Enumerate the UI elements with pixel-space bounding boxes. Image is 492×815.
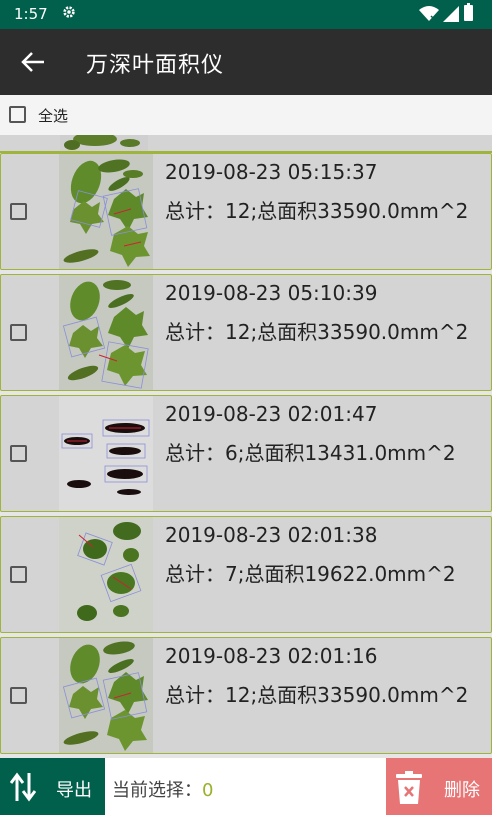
status-bar: 1:57 bbox=[0, 0, 492, 29]
page-title: 万深叶面积仪 bbox=[86, 53, 225, 78]
select-all-label: 全选 bbox=[38, 107, 69, 125]
item-checkbox[interactable] bbox=[10, 445, 27, 462]
record-summary: 总计：12;总面积33590.0mm^2 bbox=[165, 320, 469, 344]
record-summary: 总计：6;总面积13431.0mm^2 bbox=[165, 441, 456, 465]
leaf-thumbnail[interactable] bbox=[59, 396, 153, 511]
list-item[interactable]: 2019-08-23 05:15:37 总计：12;总面积33590.0mm^2 bbox=[0, 153, 492, 270]
gear-icon bbox=[63, 6, 75, 18]
signal-icon bbox=[443, 6, 459, 22]
item-checkbox[interactable] bbox=[10, 687, 27, 704]
item-checkbox[interactable] bbox=[10, 203, 27, 220]
delete-button[interactable]: 删除 bbox=[386, 758, 492, 815]
partial-list-item bbox=[0, 135, 492, 153]
battery-icon bbox=[464, 3, 473, 21]
record-timestamp: 2019-08-23 05:10:39 bbox=[165, 281, 378, 305]
leaf-thumbnail bbox=[60, 135, 148, 151]
list-item[interactable]: 2019-08-23 02:01:47 总计：6;总面积13431.0mm^2 bbox=[0, 395, 492, 512]
record-summary: 总计：12;总面积33590.0mm^2 bbox=[165, 683, 469, 707]
sort-arrows-icon bbox=[10, 772, 36, 802]
record-timestamp: 2019-08-23 02:01:47 bbox=[165, 402, 378, 426]
leaf-thumbnail[interactable] bbox=[59, 275, 153, 390]
wifi-icon bbox=[419, 6, 439, 22]
export-label: 导出 bbox=[56, 780, 92, 801]
record-timestamp: 2019-08-23 02:01:16 bbox=[165, 644, 378, 668]
record-summary: 总计：7;总面积19622.0mm^2 bbox=[165, 562, 456, 586]
selection-count: 0 bbox=[202, 780, 214, 801]
delete-label: 删除 bbox=[444, 780, 480, 801]
item-checkbox[interactable] bbox=[10, 566, 27, 583]
select-all-bar: 全选 bbox=[0, 95, 492, 136]
record-list[interactable]: 2019-08-23 05:15:37 总计：12;总面积33590.0mm^2… bbox=[0, 135, 492, 755]
leaf-thumbnail[interactable] bbox=[59, 517, 153, 632]
bottom-action-bar: 导出 当前选择：0 删除 bbox=[0, 758, 492, 815]
app-bar: 万深叶面积仪 bbox=[0, 29, 492, 95]
record-summary: 总计：12;总面积33590.0mm^2 bbox=[165, 199, 469, 223]
export-button[interactable]: 导出 bbox=[0, 758, 105, 815]
selection-label: 当前选择： bbox=[112, 780, 202, 801]
select-all-checkbox[interactable] bbox=[9, 106, 26, 123]
list-item[interactable]: 2019-08-23 02:01:38 总计：7;总面积19622.0mm^2 bbox=[0, 516, 492, 633]
leaf-thumbnail[interactable] bbox=[59, 638, 153, 753]
leaf-thumbnail[interactable] bbox=[59, 154, 153, 269]
back-arrow-icon[interactable] bbox=[20, 50, 46, 74]
list-item[interactable]: 2019-08-23 05:10:39 总计：12;总面积33590.0mm^2 bbox=[0, 274, 492, 391]
list-item[interactable]: 2019-08-23 02:01:16 总计：12;总面积33590.0mm^2 bbox=[0, 637, 492, 754]
trash-icon bbox=[396, 771, 422, 804]
record-timestamp: 2019-08-23 05:15:37 bbox=[165, 160, 378, 184]
status-time: 1:57 bbox=[14, 5, 48, 23]
selection-status: 当前选择：0 bbox=[112, 776, 213, 802]
record-timestamp: 2019-08-23 02:01:38 bbox=[165, 523, 378, 547]
item-checkbox[interactable] bbox=[10, 324, 27, 341]
